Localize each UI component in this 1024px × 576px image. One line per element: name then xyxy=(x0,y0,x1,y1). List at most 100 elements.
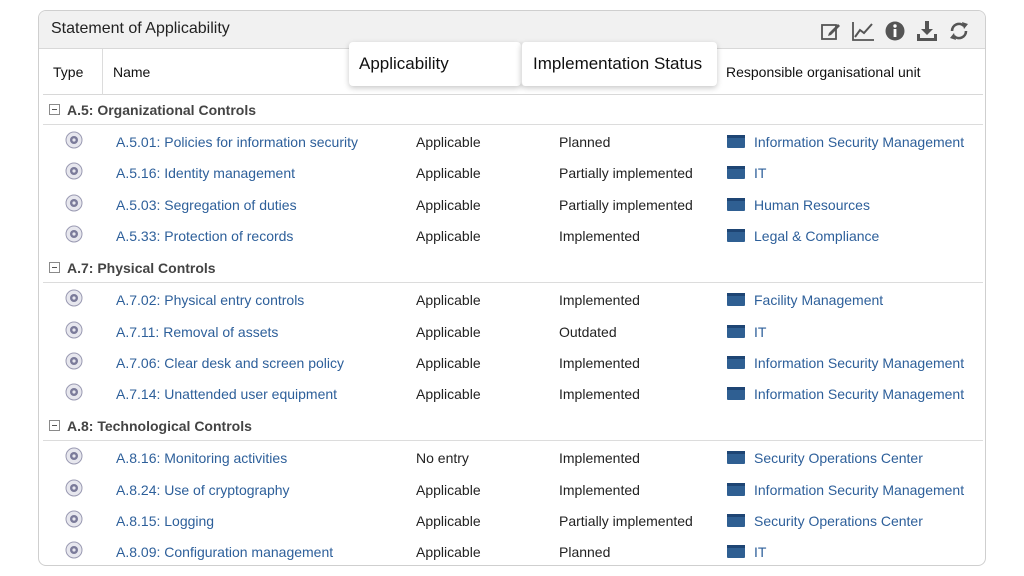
column-header-applicability[interactable]: Applicability xyxy=(349,42,521,86)
control-name-link[interactable]: A.8.16: Monitoring activities xyxy=(116,450,287,466)
view-eye-icon[interactable] xyxy=(65,479,83,497)
applicability-value: Applicable xyxy=(416,227,481,244)
view-eye-icon[interactable] xyxy=(65,162,83,180)
responsible-unit-link[interactable]: Human Resources xyxy=(754,197,870,213)
download-icon[interactable] xyxy=(915,19,939,43)
view-eye-icon[interactable] xyxy=(65,447,83,465)
group-header[interactable]: A.7: Physical Controls xyxy=(43,253,983,284)
implementation-status-value: Implemented xyxy=(559,292,640,309)
responsible-unit-link[interactable]: Information Security Management xyxy=(754,355,964,371)
org-unit-icon xyxy=(727,197,745,211)
table-row: A.7.06: Clear desk and screen policy Appl… xyxy=(39,348,985,379)
applicability-value: Applicable xyxy=(416,386,481,403)
org-unit-icon xyxy=(727,451,745,465)
view-eye-icon[interactable] xyxy=(65,194,83,212)
org-unit-icon xyxy=(727,355,745,369)
implementation-status-value: Partially implemented xyxy=(559,513,693,529)
table-row: A.7.02: Physical entry controls Applicabl… xyxy=(39,285,985,316)
table-row: A.5.03: Segregation of duties Applicable P… xyxy=(39,190,985,221)
view-eye-icon[interactable] xyxy=(65,289,83,307)
control-name-link[interactable]: A.5.33: Protection of records xyxy=(116,228,293,244)
group-label: A.8: Technological Controls xyxy=(67,417,252,434)
chart-icon[interactable] xyxy=(851,19,875,43)
table-row: A.8.15: Logging Applicable Partially imple… xyxy=(39,506,985,537)
column-header-implementation-status[interactable]: Implementation Status xyxy=(521,42,717,86)
implementation-status-value: Implemented xyxy=(559,481,640,498)
control-name-link[interactable]: A.8.09: Configuration management xyxy=(116,544,333,560)
collapse-toggle-icon[interactable] xyxy=(49,104,60,115)
responsible-unit-link[interactable]: Facility Management xyxy=(754,292,883,308)
edit-icon[interactable] xyxy=(819,19,843,43)
column-header-responsible[interactable]: Responsible organisational unit xyxy=(726,49,983,95)
org-unit-icon xyxy=(727,514,745,527)
control-name-link[interactable]: A.5.03: Segregation of duties xyxy=(116,197,297,213)
group-header[interactable]: A.8: Technological Controls xyxy=(43,411,983,442)
view-eye-icon[interactable] xyxy=(65,352,83,370)
applicability-value: Applicable xyxy=(416,544,481,561)
view-eye-icon[interactable] xyxy=(65,225,83,243)
responsible-unit-link[interactable]: Information Security Management xyxy=(754,386,964,402)
view-eye-icon[interactable] xyxy=(65,383,83,401)
toolbar xyxy=(819,19,971,43)
implementation-status-value: Implemented xyxy=(559,450,640,467)
implementation-status-value: Outdated xyxy=(559,323,617,340)
view-eye-icon[interactable] xyxy=(65,510,83,528)
org-unit-icon xyxy=(727,228,745,242)
collapse-toggle-icon[interactable] xyxy=(49,420,60,432)
control-name-link[interactable]: A.7.14: Unattended user equipment xyxy=(116,386,337,402)
control-name-link[interactable]: A.8.24: Use of cryptography xyxy=(116,482,290,498)
control-name-link[interactable]: A.5.16: Identity management xyxy=(116,165,295,181)
table-row: A.8.24: Use of cryptography Applicable Imp… xyxy=(39,475,985,506)
responsible-unit-link[interactable]: IT xyxy=(754,544,766,560)
implementation-status-value: Implemented xyxy=(559,386,640,403)
panel-title: Statement of Applicability xyxy=(51,20,230,37)
soa-panel: Statement of Applicability Type Name Res… xyxy=(38,10,986,566)
table-row: A.5.33: Protection of records Applicable I… xyxy=(39,221,985,252)
applicability-value: Applicable xyxy=(416,354,481,371)
table-row: A.8.09: Configuration management Applicab… xyxy=(39,537,985,565)
table-row: A.7.11: Removal of assets Applicable Outda… xyxy=(39,317,985,348)
responsible-unit-link[interactable]: IT xyxy=(754,165,766,181)
implementation-status-value: Planned xyxy=(559,544,611,561)
control-name-link[interactable]: A.7.11: Removal of assets xyxy=(116,324,278,340)
responsible-unit-link[interactable]: Information Security Management xyxy=(754,482,964,498)
applicability-value: Applicable xyxy=(416,134,481,150)
table-row: A.5.16: Identity management Applicable Par… xyxy=(39,158,985,189)
org-unit-icon xyxy=(727,545,745,559)
org-unit-icon xyxy=(727,293,745,307)
applicability-value: Applicable xyxy=(416,481,481,498)
group-label: A.7: Physical Controls xyxy=(67,259,216,276)
implementation-status-value: Implemented xyxy=(559,227,640,244)
applicability-value: Applicable xyxy=(416,292,481,309)
control-name-link[interactable]: A.7.06: Clear desk and screen policy xyxy=(116,355,344,371)
view-eye-icon[interactable] xyxy=(65,321,83,339)
view-eye-icon[interactable] xyxy=(65,541,83,559)
implementation-status-value: Partially implemented xyxy=(559,165,693,182)
refresh-icon[interactable] xyxy=(947,19,971,43)
control-name-link[interactable]: A.5.01: Policies for information securit… xyxy=(116,134,358,150)
org-unit-icon xyxy=(727,482,745,496)
applicability-value: Applicable xyxy=(416,165,481,182)
group-header[interactable]: A.5: Organizational Controls xyxy=(43,95,983,125)
info-icon[interactable] xyxy=(883,19,907,43)
responsible-unit-link[interactable]: Security Operations Center xyxy=(754,513,923,529)
collapse-toggle-icon[interactable] xyxy=(49,262,60,274)
applicability-value: Applicable xyxy=(416,513,481,529)
responsible-unit-link[interactable]: Legal & Compliance xyxy=(754,228,879,244)
responsible-unit-link[interactable]: Security Operations Center xyxy=(754,450,923,466)
responsible-unit-link[interactable]: IT xyxy=(754,324,766,340)
implementation-status-value: Implemented xyxy=(559,354,640,371)
applicability-value: Applicable xyxy=(416,323,481,340)
table-row: A.8.16: Monitoring activities No entry Imp… xyxy=(39,443,985,474)
org-unit-icon xyxy=(727,324,745,338)
table-row: A.5.01: Policies for information securit… xyxy=(39,127,985,158)
column-header-name[interactable]: Name xyxy=(103,49,348,95)
column-header-type[interactable]: Type xyxy=(43,49,103,95)
control-name-link[interactable]: A.7.02: Physical entry controls xyxy=(116,292,304,308)
control-name-link[interactable]: A.8.15: Logging xyxy=(116,513,214,529)
responsible-unit-link[interactable]: Information Security Management xyxy=(754,134,964,150)
view-eye-icon[interactable] xyxy=(65,131,83,149)
implementation-status-value: Planned xyxy=(559,134,611,150)
org-unit-icon xyxy=(727,135,745,148)
applicability-value: No entry xyxy=(416,450,469,467)
